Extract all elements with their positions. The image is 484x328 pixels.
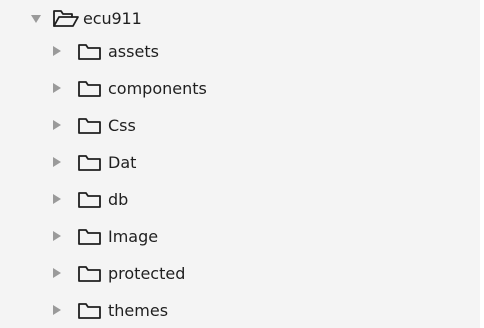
tree-item-protected[interactable]: protected [0,259,480,289]
tree-item-label: protected [108,264,186,283]
chevron-right-icon[interactable] [53,305,61,315]
tree-item-components[interactable]: components [0,74,480,104]
tree-item-label: Dat [108,153,137,172]
folder-icon [78,118,101,134]
tree-root-row[interactable]: ecu911 [0,4,480,34]
tree-item-label: assets [108,42,159,61]
chevron-right-icon[interactable] [53,120,61,130]
chevron-right-icon[interactable] [53,268,61,278]
tree-item-label: components [108,79,207,98]
tree-item-label: themes [108,301,169,320]
tree-item-assets[interactable]: assets [0,37,480,67]
folder-icon [78,266,101,282]
chevron-right-icon[interactable] [53,83,61,93]
tree-item-label: Image [108,227,159,246]
chevron-right-icon[interactable] [53,157,61,167]
tree-root-label: ecu911 [83,9,142,28]
tree-item-image[interactable]: Image [0,222,480,252]
folder-icon [78,303,101,319]
chevron-right-icon[interactable] [53,46,61,56]
tree-item-css[interactable]: Css [0,111,480,141]
tree-item-dat[interactable]: Dat [0,148,480,178]
tree-item-db[interactable]: db [0,185,480,215]
folder-icon [78,192,101,208]
folder-icon [78,44,101,60]
folder-icon [78,229,101,245]
tree-item-label: Css [108,116,136,135]
tree-item-label: db [108,190,129,209]
chevron-down-icon[interactable] [31,15,41,23]
file-tree: ecu911 assets components Css Dat db Imag… [0,0,484,328]
folder-icon [78,81,101,97]
chevron-right-icon[interactable] [53,231,61,241]
tree-item-themes[interactable]: themes [0,296,480,326]
folder-open-icon [53,10,79,27]
folder-icon [78,155,101,171]
chevron-right-icon[interactable] [53,194,61,204]
